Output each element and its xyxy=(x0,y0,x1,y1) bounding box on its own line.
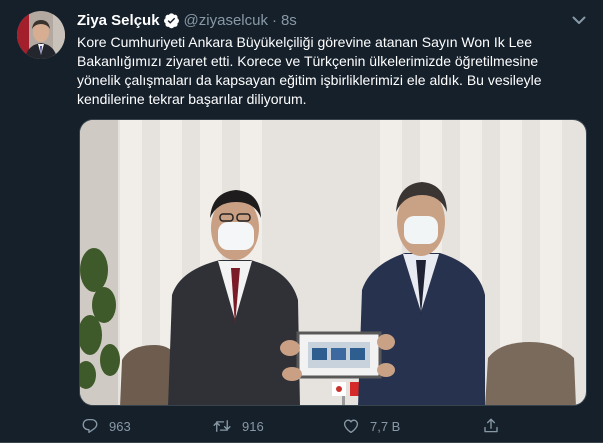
avatar[interactable] xyxy=(17,11,65,59)
tweet-text: Kore Cumhuriyeti Ankara Büyükelçiliği gö… xyxy=(77,34,542,107)
reply-icon xyxy=(81,417,99,435)
tweet[interactable]: Ziya Selçuk @ziyaselcuk · 8s Kore Cumhur… xyxy=(0,0,603,443)
reply-button[interactable]: 963 xyxy=(81,417,131,435)
author-name[interactable]: Ziya Selçuk xyxy=(77,12,160,29)
tweet-photo[interactable] xyxy=(79,119,587,406)
like-count: 7,7 B xyxy=(370,418,401,434)
verified-badge-icon xyxy=(163,12,180,29)
tweet-header: Ziya Selçuk @ziyaselcuk · 8s xyxy=(77,10,297,30)
author-handle[interactable]: @ziyaselcuk xyxy=(184,12,268,29)
share-button[interactable] xyxy=(482,417,500,435)
photo-image xyxy=(80,120,586,405)
retweet-count: 916 xyxy=(242,418,264,434)
chevron-down-icon[interactable] xyxy=(569,12,589,28)
avatar-image xyxy=(17,11,65,59)
retweet-icon xyxy=(212,417,232,435)
share-icon xyxy=(482,417,500,435)
retweet-button[interactable]: 916 xyxy=(212,417,264,435)
tweet-timestamp[interactable]: 8s xyxy=(281,12,297,29)
tweet-actions: 963 916 7,7 B xyxy=(77,411,537,441)
like-button[interactable]: 7,7 B xyxy=(342,417,400,435)
separator-dot: · xyxy=(271,11,277,29)
reply-count: 963 xyxy=(109,418,131,434)
heart-icon xyxy=(342,417,360,435)
